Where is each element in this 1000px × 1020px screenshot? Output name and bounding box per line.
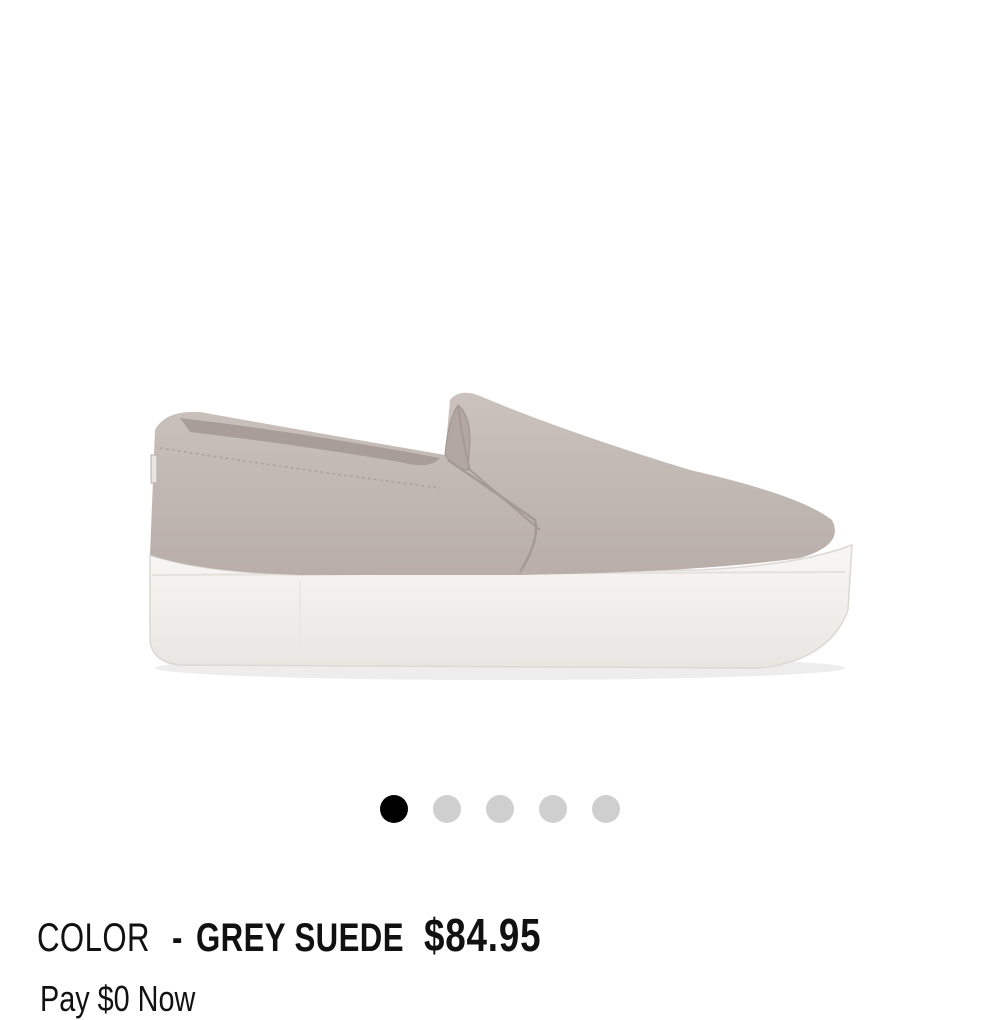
carousel-dot-1[interactable] [380, 795, 408, 823]
carousel-dot-4[interactable] [539, 795, 567, 823]
color-label: COLOR [37, 916, 150, 960]
carousel-dot-3[interactable] [486, 795, 514, 823]
carousel-dot-5[interactable] [592, 795, 620, 823]
carousel-dot-2[interactable] [433, 795, 461, 823]
carousel-dots [380, 795, 620, 823]
color-value: GREY SUEDE [196, 916, 404, 960]
color-separator: - [172, 916, 183, 960]
product-image[interactable] [0, 0, 1000, 760]
product-price: $84.95 [424, 909, 542, 961]
product-info-row: COLOR - GREY SUEDE $84.95 [37, 908, 571, 962]
pay-later-promo[interactable]: Pay $0 Now [40, 978, 195, 1020]
slip-on-sneaker-illustration [149, 392, 853, 680]
